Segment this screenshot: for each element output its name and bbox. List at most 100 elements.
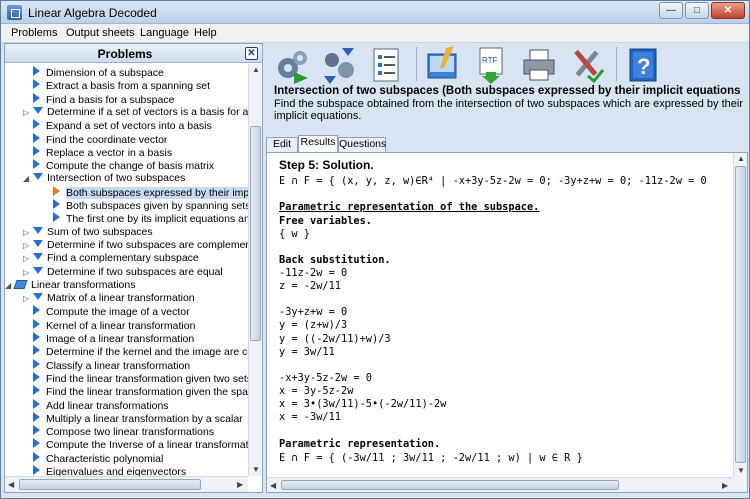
maximize-icon[interactable]: □ [685,2,709,19]
result-line: E ∩ F = { (x, y, z, w)∈R⁴ | -x+3y-5z-2w … [279,175,707,187]
window-title: Linear Algebra Decoded [28,6,157,20]
triangle-icon [33,358,40,369]
tree-item[interactable]: Classify a linear transformation [33,358,190,372]
tree-item[interactable]: Find the linear transformation given the… [33,385,248,398]
scroll-left-icon[interactable]: ◀ [270,481,276,490]
result-line: Back substitution. [279,254,391,266]
tree-item[interactable]: Compose two linear transformations [33,425,214,438]
tab-results[interactable]: Results [298,135,338,152]
help-book-icon[interactable]: ? [624,46,662,84]
tree-item[interactable]: ▷ Sum of two subspaces [23,225,153,239]
tree-item[interactable]: ▷ Determine if two subspaces are equal [23,266,223,279]
menu-help[interactable]: Help [194,27,217,39]
tree-item[interactable]: ▷ Determine if a set of vectors is a basi… [23,106,248,119]
menu-problems[interactable]: Problems [11,27,57,39]
tab-questions[interactable]: Questions [338,137,386,152]
triangle-icon [33,425,40,436]
tree-item[interactable]: Characteristic polynomial [33,451,163,465]
tree-item-label: Extract a basis from a spanning set [46,80,210,93]
menu-output-sheets[interactable]: Output sheets [66,27,135,39]
tree-item-label: Sum of two subspaces [47,225,153,238]
clear-brush-icon[interactable] [424,46,462,84]
triangle-icon [33,318,40,329]
step-by-step-icon[interactable] [320,46,358,84]
tree-item[interactable]: Replace a vector in a basis [33,145,172,159]
tree-item-label: Compute the change of basis matrix [46,160,215,173]
minimize-icon[interactable]: — [659,2,683,19]
tree-item[interactable]: Dimension of a subspace [33,66,164,79]
tree-item[interactable]: Expand a set of vectors into a basis [33,119,212,132]
results-hscroll-thumb[interactable] [281,480,619,490]
results-vertical-scrollbar[interactable]: ▲ ▼ [733,153,747,477]
checklist-icon[interactable] [368,46,406,84]
tree-item[interactable]: Both subspaces given by spanning sets [53,199,248,212]
app-window: Linear Algebra Decoded — □ ✕ Problems Ou… [0,0,750,499]
expand-toggle-icon[interactable]: ▷ [23,252,29,265]
tree-item[interactable]: Extract a basis from a spanning set [33,79,210,92]
triangle-icon [53,212,60,223]
tree-item[interactable]: ▷ Determine if two subspaces are compleme… [23,239,248,252]
tree-item[interactable]: ◢ Intersection of two subspaces [23,172,185,185]
results-scroll-thumb[interactable] [735,166,746,463]
title-bar[interactable]: Linear Algebra Decoded — □ ✕ [1,1,749,24]
book-icon [13,279,28,289]
tree-item[interactable]: Image of a linear transformation [33,332,194,345]
tree-item[interactable]: Find the linear transformation given two… [33,371,248,385]
tree-item[interactable]: Eigenvalues and eigenvectors [33,465,186,476]
tree-item[interactable]: Multiply a linear transformation by a sc… [33,411,243,425]
tree-scroll-thumb[interactable] [250,126,261,341]
tree-item[interactable]: Add linear transformations [33,398,169,412]
close-panel-icon[interactable]: ✕ [245,47,258,60]
export-rtf-icon[interactable]: RTF [472,46,510,84]
tree-item[interactable]: Determine if the kernel and the image ar… [33,345,248,358]
results-horizontal-scrollbar[interactable]: ◀ ▶ [267,477,733,492]
expand-toggle-icon[interactable]: ▷ [23,266,29,279]
options-tools-icon[interactable] [568,46,606,84]
tree-item[interactable]: Compute the Inverse of a linear transfor… [33,438,248,451]
result-line: E ∩ F = { (-3w/11 ; 3w/11 ; -2w/11 ; w) … [279,452,583,464]
tree-item[interactable]: Compute the change of basis matrix [33,159,214,172]
tree-item[interactable]: Kernel of a linear transformation [33,318,195,332]
tree-item[interactable]: The first one by its implicit equations … [53,212,248,225]
scroll-up-icon[interactable]: ▲ [737,154,745,163]
triangle-icon [33,145,40,156]
scroll-down-icon[interactable]: ▼ [737,466,745,475]
tree-item[interactable]: Find the coordinate vector [33,132,167,146]
tab-edit[interactable]: Edit [266,137,298,152]
tree-hscroll-thumb[interactable] [19,479,201,490]
triangle-icon [33,398,40,409]
tree-item[interactable]: ▷ Find a complementary subspace [23,252,199,265]
scroll-down-icon[interactable]: ▼ [252,465,260,474]
tree-item[interactable]: ◢ Linear transformations [5,278,136,292]
solve-gears-icon[interactable] [272,46,310,84]
expand-toggle-icon[interactable]: ◢ [5,279,11,292]
expand-toggle-icon[interactable]: ▷ [23,106,29,119]
tree-vertical-scrollbar[interactable]: ▲ ▼ [248,64,262,476]
print-icon[interactable] [520,46,558,84]
tree-item-label: Linear transformations [31,278,136,291]
tree-item[interactable]: Compute the image of a vector [33,305,190,318]
scroll-right-icon[interactable]: ▶ [722,481,728,490]
tree-item[interactable]: ▷ Matrix of a linear transformation [23,292,195,305]
expand-toggle-icon[interactable]: ▷ [23,226,29,239]
close-icon[interactable]: ✕ [711,2,745,19]
expand-toggle-icon[interactable]: ▷ [23,292,29,305]
triangle-icon [33,66,40,76]
scroll-right-icon[interactable]: ▶ [237,480,243,489]
triangle-icon [33,345,40,356]
scroll-up-icon[interactable]: ▲ [252,65,260,74]
expand-toggle-icon[interactable]: ◢ [23,172,29,185]
rtf-label: RTF [482,56,498,65]
result-line: -11z-2w = 0 [279,267,348,279]
menu-language[interactable]: Language [140,27,189,39]
tree-item[interactable]: Both subspaces expressed by their implic… [53,185,248,199]
expand-toggle-icon[interactable]: ▷ [23,239,29,252]
step-heading: Step 5: Solution. [279,158,374,172]
problem-text: Find the subspace obtained from the inte… [274,98,743,122]
tree-item-label: Find the linear transformation given the… [46,386,248,399]
tree-horizontal-scrollbar[interactable]: ◀ ▶ [5,476,248,492]
tree-item[interactable]: Find a basis for a subspace [33,92,174,106]
scroll-left-icon[interactable]: ◀ [8,480,14,489]
triangle-icon [33,332,40,342]
tab-strip: Edit Results Questions [266,135,748,152]
